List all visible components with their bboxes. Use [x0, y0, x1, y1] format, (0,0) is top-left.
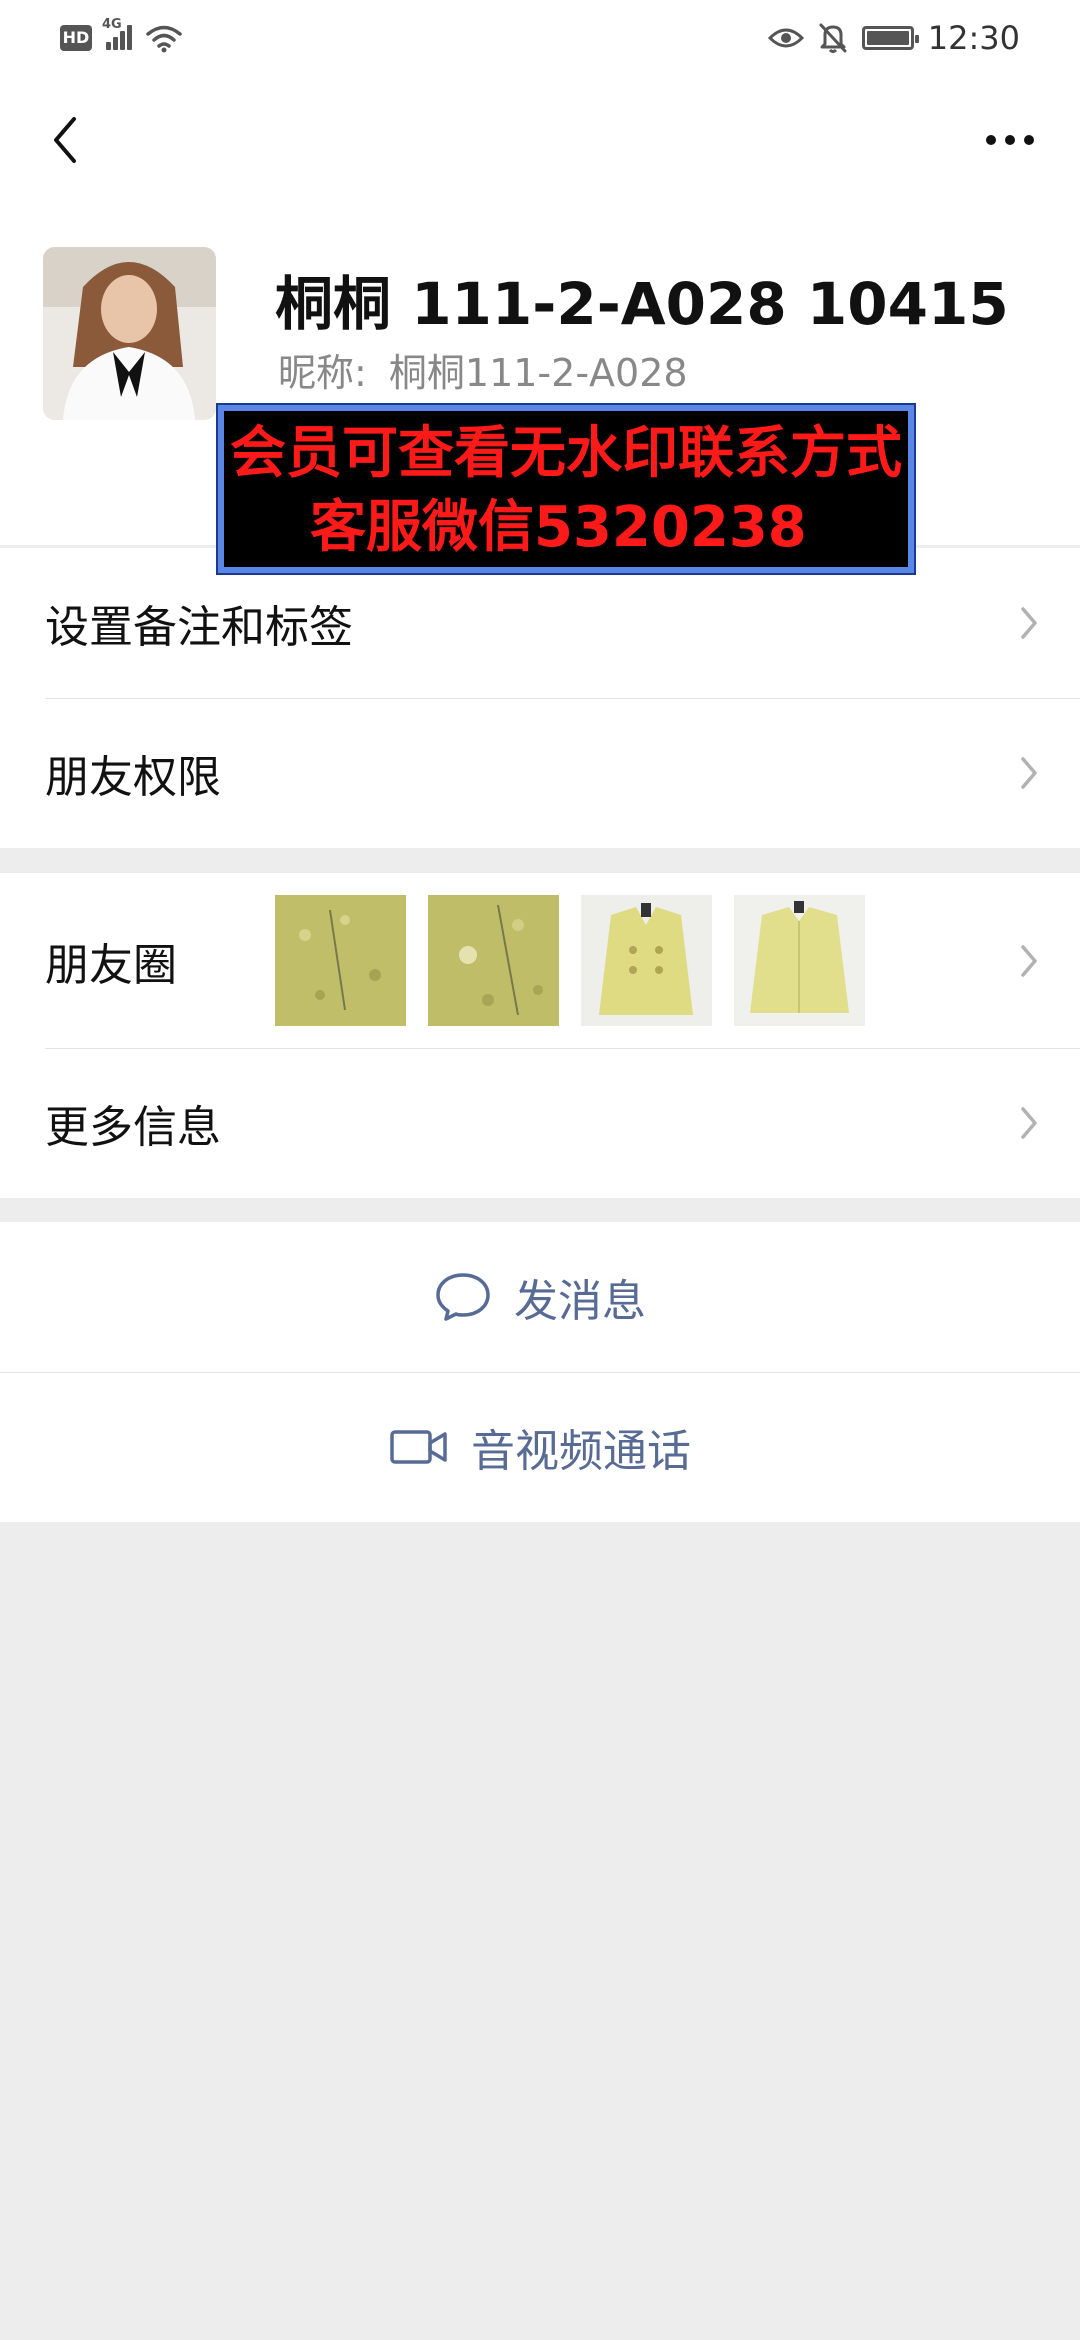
- nickname-value: 桐桐111-2-A028: [388, 351, 688, 395]
- av-call-button[interactable]: 音视频通话: [0, 1372, 1080, 1522]
- chevron-right-icon: [1021, 944, 1037, 977]
- more-options-button[interactable]: [965, 105, 1055, 175]
- watermark-line-2: 客服微信5320238: [310, 495, 807, 560]
- actions-group: 发消息 音视频通话: [0, 1222, 1080, 1522]
- moment-thumbnail[interactable]: [734, 895, 865, 1026]
- profile-header: 桐桐 111-2-A028 10415 昵称: 桐桐111-2-A028 会员可…: [0, 205, 1080, 575]
- moment-thumbnail[interactable]: [275, 895, 406, 1026]
- friend-permissions-label: 朋友权限: [45, 752, 221, 803]
- more-info-label: 更多信息: [45, 1102, 221, 1153]
- moments-label: 朋友圈: [45, 939, 177, 991]
- chat-bubble-icon: [436, 1273, 490, 1321]
- more-horizontal-icon: [986, 135, 996, 145]
- send-message-label: 发消息: [514, 1276, 646, 1327]
- video-camera-icon: [390, 1430, 447, 1464]
- nickname-label: 昵称:: [278, 351, 367, 395]
- battery-icon: [861, 25, 919, 50]
- avatar-photo: [43, 247, 216, 420]
- send-message-button[interactable]: 发消息: [0, 1222, 1080, 1372]
- nav-bar: [0, 75, 1080, 205]
- back-button[interactable]: [30, 105, 100, 175]
- remarks-tags-label: 设置备注和标签: [45, 602, 353, 653]
- chevron-left-icon: [54, 117, 76, 163]
- moment-thumbnail[interactable]: [428, 895, 559, 1026]
- moments-thumbnails: [275, 895, 865, 1026]
- info-group: 朋友圈 更多信息: [0, 873, 1080, 1198]
- status-bar: HD 4G 12:30: [0, 0, 1080, 75]
- friend-permissions-row[interactable]: 朋友权限: [0, 698, 1080, 848]
- status-time: 12:30: [927, 18, 1020, 57]
- profile-name: 桐桐 111-2-A028 10415: [275, 270, 1009, 338]
- watermark-line-1: 会员可查看无水印联系方式: [230, 421, 902, 486]
- av-call-label: 音视频通话: [471, 1426, 691, 1477]
- hd-badge: HD: [60, 24, 92, 51]
- watermark-banner: 会员可查看无水印联系方式 客服微信5320238: [216, 403, 916, 575]
- settings-group: 设置备注和标签 朋友权限: [0, 548, 1080, 848]
- nickname-row: 昵称: 桐桐111-2-A028: [278, 342, 688, 397]
- more-info-row[interactable]: 更多信息: [0, 1048, 1080, 1198]
- chevron-right-icon: [1021, 1107, 1037, 1139]
- status-left: HD 4G: [60, 17, 182, 53]
- chevron-right-icon: [1021, 757, 1037, 789]
- status-right: 12:30: [767, 18, 1020, 57]
- moment-thumbnail[interactable]: [581, 895, 712, 1026]
- avatar[interactable]: [43, 247, 216, 420]
- bell-off-icon: [819, 23, 847, 53]
- wifi-icon: [146, 25, 182, 52]
- moments-row[interactable]: 朋友圈: [0, 873, 1080, 1048]
- cellular-signal-icon: 4G: [102, 17, 132, 50]
- eye-icon: [767, 28, 804, 47]
- chevron-right-icon: [1021, 607, 1037, 639]
- network-type-label: 4G: [102, 17, 122, 32]
